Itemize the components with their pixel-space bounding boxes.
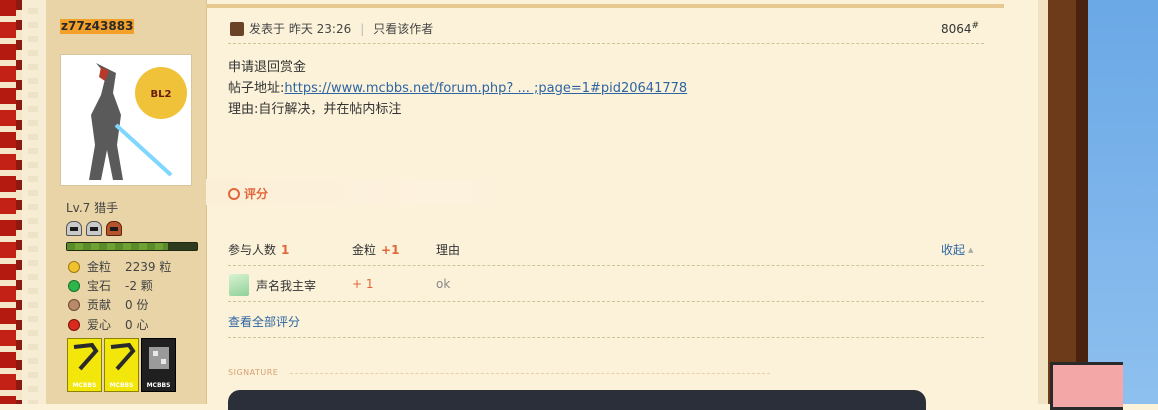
stat-gold: 金粒 2239 粒 [68, 258, 171, 275]
level-progress-bar [66, 242, 198, 251]
gold-header: 金粒 +1 [352, 243, 400, 257]
sky-background [1088, 0, 1158, 404]
author-username[interactable]: z77z43883 [60, 19, 135, 34]
stat-label: 爱心 [87, 318, 112, 332]
stat-label: 金粒 [87, 260, 112, 274]
medal-gold-pickaxe[interactable]: MCBBS [104, 338, 139, 392]
stat-emerald: 宝石 -2 颗 [68, 277, 153, 294]
pickaxe-icon [73, 342, 99, 371]
stat-value: 2239 粒 [125, 260, 172, 274]
stat-label: 宝石 [87, 279, 112, 293]
pig-decoration [1050, 362, 1123, 410]
stat-value: 0 心 [125, 318, 149, 332]
post-time: 发表于 昨天 23:26 [249, 22, 352, 36]
rank-helmets [66, 221, 122, 236]
stat-value: -2 颗 [125, 279, 153, 293]
meta-divider [228, 43, 984, 44]
post-top-border [206, 4, 1004, 8]
stat-heart: 爱心 0 心 [68, 316, 148, 333]
rating-circle-icon [228, 187, 240, 200]
reason-header: 理由 [436, 243, 461, 257]
signature-box [228, 390, 926, 410]
signature-label: SIGNATURE [228, 368, 279, 377]
rater-avatar[interactable] [229, 274, 249, 296]
rater-name[interactable]: 声名我主宰 [256, 277, 316, 294]
rating-divider [228, 337, 984, 338]
view-all-ratings-link[interactable]: 查看全部评分 [228, 313, 300, 330]
thread-link[interactable]: https://www.mcbbs.net/forum.php? ... ;pa… [284, 81, 687, 96]
stat-label: 贡献 [87, 298, 112, 312]
meta-separator: | [360, 21, 365, 36]
post-meta: 发表于 昨天 23:26 | 只看该作者 [230, 20, 433, 37]
emerald-icon [68, 279, 80, 292]
post-content: 申请退回赏金 帖子地址:https://www.mcbbs.net/forum.… [228, 57, 687, 120]
medal-list: MCBBS MCBBS MCBBS [67, 338, 176, 392]
author-level: Lv.7 猎手 [66, 201, 119, 215]
iron-helmet-icon [66, 221, 82, 236]
floor-number[interactable]: 8064# [941, 21, 979, 36]
medal-label: MCBBS [146, 382, 171, 389]
svg-text:BL2: BL2 [151, 89, 172, 100]
medal-label: MCBBS [109, 382, 134, 389]
pickaxe-icon [110, 342, 136, 371]
avatar-image: BL2 [61, 55, 191, 185]
rating-title: 评分 [228, 185, 268, 202]
left-decorative-border [0, 0, 22, 404]
ore-block-icon [149, 347, 169, 369]
online-status-icon [230, 21, 244, 36]
medal-label: MCBBS [72, 382, 97, 389]
medal-gold-pickaxe[interactable]: MCBBS [67, 338, 102, 392]
rater-reason: ok [436, 277, 451, 291]
stat-contribution: 贡献 0 份 [68, 296, 148, 313]
only-author-link[interactable]: 只看该作者 [373, 20, 433, 37]
signature-divider [290, 373, 770, 374]
content-right-margin [1004, 0, 1038, 404]
medal-ore-block[interactable]: MCBBS [141, 338, 176, 392]
post-line: 理由:自行解决，并在帖内标注 [228, 102, 402, 117]
author-avatar[interactable]: BL2 [60, 54, 192, 186]
rater-gold: + 1 [352, 277, 374, 291]
stat-value: 0 份 [125, 298, 149, 312]
post-line: 申请退回赏金 [228, 60, 307, 75]
collapse-rating-button[interactable]: 收起 [941, 241, 973, 258]
heart-apple-icon [68, 318, 80, 331]
gold-nugget-icon [68, 260, 80, 273]
post-link-line: 帖子地址:https://www.mcbbs.net/forum.php? ..… [228, 81, 688, 96]
wooden-frame-border [1038, 0, 1088, 404]
contribution-icon [68, 298, 80, 311]
page-margin [22, 0, 46, 404]
participants-header: 参与人数 1 [228, 243, 290, 257]
leather-helmet-icon [106, 221, 122, 236]
rating-divider [228, 265, 984, 266]
rating-divider [228, 301, 984, 302]
iron-helmet-icon [86, 221, 102, 236]
